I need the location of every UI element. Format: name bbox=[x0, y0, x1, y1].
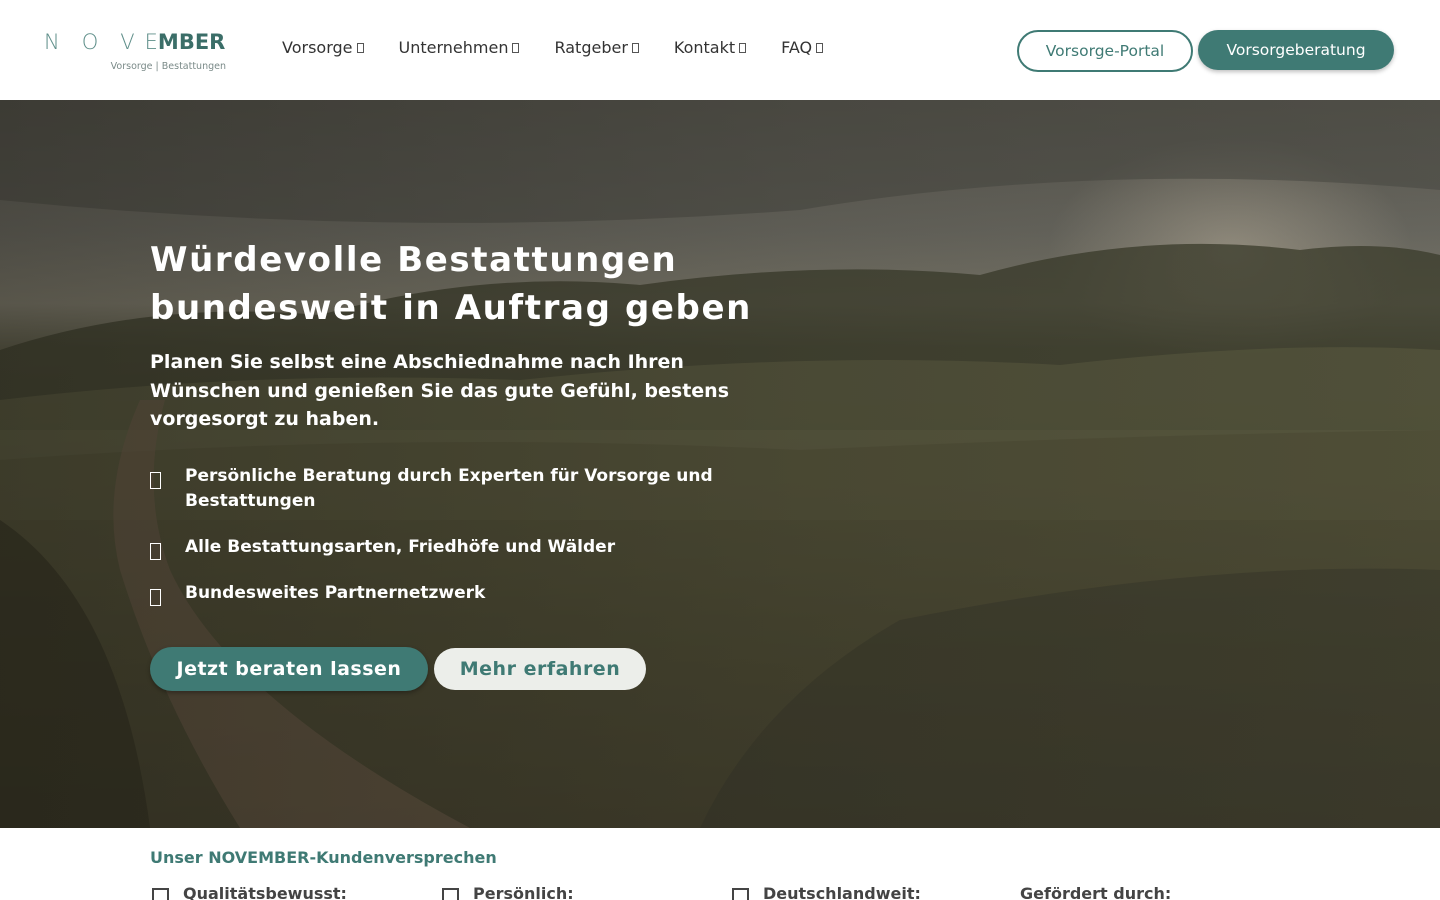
list-item: Bundesweites Partnernetzwerk bbox=[150, 581, 485, 606]
nav-item-label: Ratgeber bbox=[554, 38, 628, 57]
check-icon bbox=[732, 888, 749, 900]
check-icon bbox=[150, 472, 161, 489]
nav-item-label: FAQ bbox=[781, 38, 813, 57]
logo-tagline: Vorsorge | Bestattungen bbox=[110, 61, 226, 72]
nav-item-vorsorge[interactable]: Vorsorge bbox=[282, 38, 364, 57]
nav-item-label: Kontakt bbox=[673, 38, 736, 57]
site-header: N O V EMBER Vorsorge | Bestattungen Vorsorg… bbox=[0, 0, 1440, 100]
nav-item-label: Vorsorge bbox=[282, 38, 353, 57]
logo-wordmark: N O V EMBER bbox=[44, 30, 226, 54]
hero-subtitle: Planen Sie selbst eine Abschiednahme nac… bbox=[150, 351, 730, 430]
dropdown-icon bbox=[356, 43, 364, 53]
dropdown-icon bbox=[739, 43, 747, 53]
mehr-erfahren-button[interactable]: Mehr erfahren bbox=[434, 648, 646, 690]
check-icon bbox=[150, 543, 161, 560]
hero-section: Würdevolle Bestattungen bundesweit in Au… bbox=[0, 100, 1440, 828]
nav-item-unternehmen[interactable]: Unternehmen bbox=[399, 38, 520, 57]
main-navigation: Vorsorge Unternehmen Ratgeber Kontakt FA… bbox=[282, 38, 858, 57]
promise-item-deutschlandweit: Deutschlandweit: bbox=[732, 884, 921, 900]
nav-item-kontakt[interactable]: Kontakt bbox=[673, 38, 747, 57]
promise-item-gefoerdert: Gefördert durch: bbox=[1020, 884, 1172, 900]
promise-item-persoenlich: Persönlich: bbox=[442, 884, 574, 900]
dropdown-icon bbox=[816, 43, 824, 53]
nav-item-ratgeber[interactable]: Ratgeber bbox=[554, 38, 639, 57]
check-icon bbox=[150, 589, 161, 606]
nav-item-label: Unternehmen bbox=[398, 38, 509, 57]
section-title: Unser NOVEMBER-Kundenversprechen bbox=[150, 848, 497, 867]
dropdown-icon bbox=[512, 43, 520, 53]
check-icon bbox=[152, 888, 169, 900]
promise-item-qualitaet: Qualitätsbewusst: bbox=[152, 884, 347, 900]
november-logo[interactable]: N O V EMBER Vorsorge | Bestattungen bbox=[44, 30, 230, 74]
dropdown-icon bbox=[631, 43, 639, 53]
nav-item-faq[interactable]: FAQ bbox=[781, 38, 824, 57]
vorsorge-portal-button[interactable]: Vorsorge-Portal bbox=[1017, 30, 1193, 72]
jetzt-beraten-lassen-button[interactable]: Jetzt beraten lassen bbox=[150, 647, 428, 691]
list-item: Alle Bestattungsarten, Friedhöfe und Wäl… bbox=[150, 535, 615, 560]
vorsorgeberatung-button[interactable]: Vorsorgeberatung bbox=[1198, 30, 1394, 70]
list-item: Persönliche Beratung durch Experten für … bbox=[150, 464, 713, 514]
hero-title: Würdevolle Bestattungen bundesweit in Au… bbox=[150, 240, 752, 328]
kundenversprechen-section: Unser NOVEMBER-Kundenversprechen Qualitä… bbox=[0, 828, 1440, 900]
check-icon bbox=[442, 888, 459, 900]
